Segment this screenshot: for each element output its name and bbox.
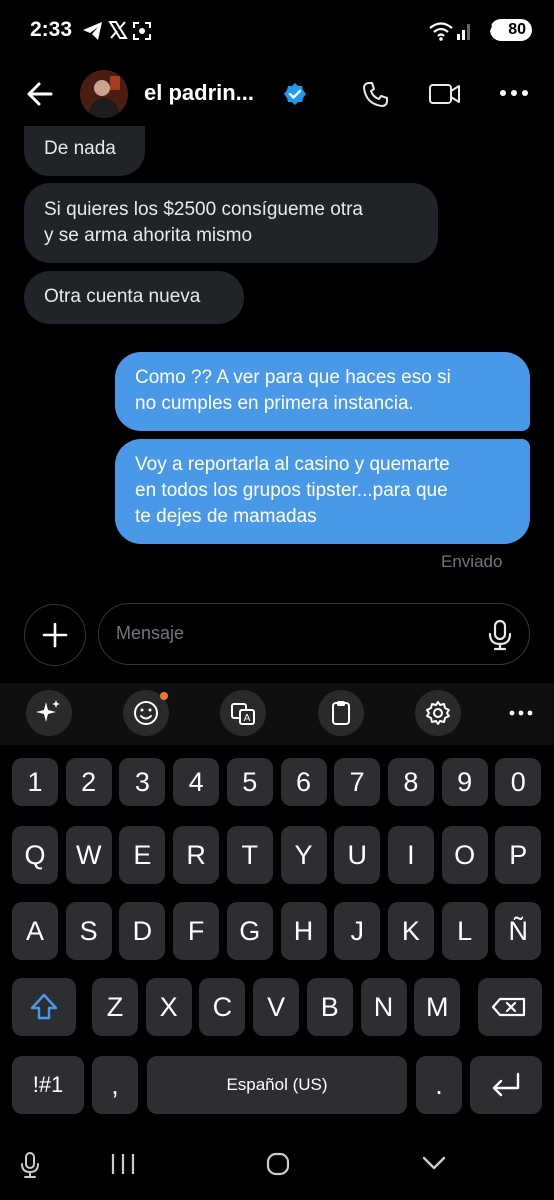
microphone-icon[interactable] [487,619,513,651]
message-line: te dejes de mamadas [135,506,317,527]
translate-icon: A [231,703,255,725]
message-delivery-status: Enviado [441,552,503,571]
message-bubble-incoming[interactable]: Si quieres los $2500 consígueme otra y s… [24,183,438,263]
key-ñ[interactable]: Ñ [495,902,542,960]
screenshot-icon [133,22,151,40]
back-arrow-icon[interactable] [26,80,54,108]
key-8[interactable]: 8 [387,758,434,806]
key-s[interactable]: S [65,902,112,960]
key-3[interactable]: 3 [119,758,166,806]
key-u[interactable]: U [334,826,381,884]
clipboard-button[interactable] [318,690,364,736]
key-e[interactable]: E [119,826,166,884]
key-m[interactable]: M [414,978,461,1036]
key-c[interactable]: C [199,978,246,1036]
key-w[interactable]: W [65,826,112,884]
key-r[interactable]: R [173,826,220,884]
key-k[interactable]: K [387,902,434,960]
contact-avatar[interactable] [80,70,128,118]
enter-key[interactable] [470,1056,542,1114]
avatar-image [80,70,128,118]
key-y[interactable]: Y [280,826,327,884]
comma-key[interactable]: , [92,1056,138,1114]
status-time: 2:33 [30,18,73,41]
space-key[interactable]: Español (US) [147,1056,407,1114]
key-7[interactable]: 7 [334,758,381,806]
key-b[interactable]: B [306,978,353,1036]
key-t[interactable]: T [226,826,273,884]
message-bubble-outgoing[interactable]: Como ?? A ver para que haces eso si no c… [115,352,530,431]
backspace-icon [491,997,526,1017]
voice-input-icon[interactable] [18,1150,42,1180]
video-call-icon[interactable] [428,80,462,108]
keyboard-settings-button[interactable] [415,690,461,736]
key-v[interactable]: V [253,978,300,1036]
key-j[interactable]: J [334,902,381,960]
more-options-icon[interactable] [499,88,529,98]
sparkle-icon [36,700,60,722]
message-line: no cumples en primera instancia. [135,393,414,414]
home-icon[interactable] [265,1151,291,1177]
message-line: en todos los grupos tipster...para que [135,480,448,501]
key-i[interactable]: I [387,826,434,884]
symbols-key[interactable]: !#1 [12,1056,84,1114]
x-logo-icon [108,21,128,39]
clipboard-icon [332,701,350,725]
keyboard-toolbar [0,683,554,745]
key-5[interactable]: 5 [226,758,273,806]
verified-badge-icon [284,83,306,105]
status-bar: 2:33 80 [0,0,554,60]
more-tools-icon[interactable] [509,709,533,717]
message-line: Como ?? A ver para que haces eso si [135,367,451,388]
period-key[interactable]: . [416,1056,462,1114]
message-text: Otra cuenta nueva [44,286,201,307]
backspace-key[interactable] [478,978,542,1036]
message-line: y se arma ahorita mismo [44,225,253,246]
shift-key[interactable] [12,978,76,1036]
message-bubble-incoming[interactable]: De nada [24,126,145,176]
shift-arrow-icon [30,993,58,1020]
phone-call-icon[interactable] [362,80,390,108]
message-line: Voy a reportarla al casino y quemarte [135,454,450,475]
message-input-placeholder: Mensaje [116,623,185,643]
telegram-icon [83,22,102,40]
message-text: De nada [44,138,116,159]
message-bubble-outgoing[interactable]: Voy a reportarla al casino y quemarte en… [115,439,530,544]
gear-icon [426,701,450,725]
translate-button[interactable]: A [220,690,266,736]
wifi-icon [429,22,453,41]
svg-text:A: A [244,713,251,724]
message-line: Si quieres los $2500 consígueme otra [44,199,363,220]
recent-apps-icon[interactable] [110,1152,136,1176]
key-6[interactable]: 6 [280,758,327,806]
key-p[interactable]: P [495,826,542,884]
key-1[interactable]: 1 [12,758,58,806]
key-x[interactable]: X [145,978,192,1036]
key-d[interactable]: D [119,902,166,960]
hide-keyboard-icon[interactable] [421,1154,447,1172]
notification-dot [160,692,168,700]
battery-indicator: 80 [490,19,532,41]
key-h[interactable]: H [280,902,327,960]
key-g[interactable]: G [226,902,273,960]
key-n[interactable]: N [360,978,407,1036]
add-attachment-button[interactable] [24,604,86,666]
key-z[interactable]: Z [92,978,138,1036]
key-2[interactable]: 2 [65,758,112,806]
key-o[interactable]: O [441,826,488,884]
contact-name[interactable]: el padrin... [144,80,254,106]
signal-icon [457,24,470,40]
plus-icon [42,622,68,648]
battery-saver-icon [483,25,492,35]
key-f[interactable]: F [173,902,220,960]
key-l[interactable]: L [441,902,488,960]
message-bubble-incoming[interactable]: Otra cuenta nueva [24,271,244,324]
ai-suggest-button[interactable] [26,690,72,736]
key-a[interactable]: A [12,902,58,960]
key-4[interactable]: 4 [173,758,220,806]
enter-icon [492,1072,520,1097]
key-9[interactable]: 9 [441,758,488,806]
key-0[interactable]: 0 [495,758,542,806]
key-q[interactable]: Q [12,826,58,884]
